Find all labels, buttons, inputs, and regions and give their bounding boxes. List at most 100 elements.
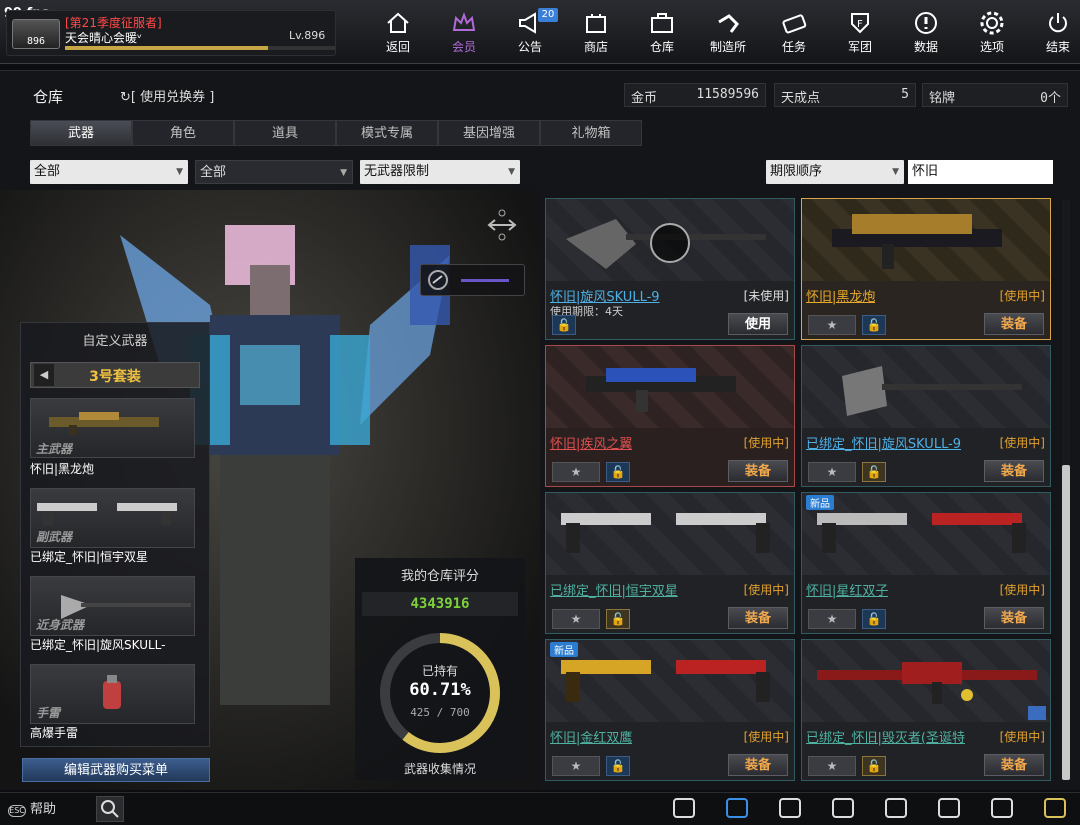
zoom-slider[interactable] bbox=[420, 264, 525, 296]
weapon-name[interactable]: 怀旧|黑龙炮 bbox=[806, 286, 875, 305]
tab-weapons[interactable]: 武器 bbox=[30, 120, 132, 146]
preset-label: 3号套装 bbox=[89, 369, 141, 385]
rotate-view-icon[interactable] bbox=[485, 208, 519, 242]
crown-icon bbox=[452, 12, 476, 31]
weapon-card[interactable]: 已绑定_怀旧|恒宇双星 [使用中] ★ 🔓 装备 bbox=[545, 492, 795, 634]
runner-icon bbox=[832, 798, 854, 818]
nav-crown[interactable]: 会员 bbox=[432, 10, 496, 58]
favorite-star-button[interactable]: ★ bbox=[808, 756, 856, 776]
weapon-name[interactable]: 怀旧|金红双鹰 bbox=[550, 727, 632, 746]
preset-prev-arrow-icon[interactable]: ◀ bbox=[34, 364, 54, 386]
weapon-card[interactable]: 怀旧|旋风SKULL-9 [未使用] 使用期限：4天 🔓 使用 bbox=[545, 198, 795, 340]
nav-gear[interactable]: 选项 bbox=[960, 10, 1024, 58]
weapon-card[interactable]: 已绑定_怀旧|毁灭者(圣诞特 [使用中] ★ 🔓 装备 bbox=[801, 639, 1051, 781]
equip-button[interactable]: 装备 bbox=[728, 754, 788, 776]
lock-toggle-button[interactable]: 🔓 bbox=[862, 315, 886, 335]
search-button[interactable] bbox=[96, 796, 124, 822]
info-icon bbox=[915, 12, 937, 34]
weapon-image bbox=[842, 366, 1022, 416]
clipboard-icon bbox=[991, 798, 1013, 818]
weapon-status: [使用中] bbox=[999, 436, 1045, 450]
lock-toggle-button[interactable]: 🔓 bbox=[862, 756, 886, 776]
use-coupon-button[interactable]: ↻[ 使用兑换券 ] bbox=[120, 86, 214, 105]
favorite-star-button[interactable]: ★ bbox=[552, 756, 600, 776]
favorite-star-button[interactable]: ★ bbox=[808, 609, 856, 629]
lock-toggle-button[interactable]: 🔓 bbox=[862, 462, 886, 482]
clipboard-button[interactable] bbox=[988, 796, 1018, 822]
wrench-icon[interactable] bbox=[1028, 706, 1046, 720]
chevron-down-icon: ▼ bbox=[892, 167, 899, 177]
cart-button[interactable] bbox=[882, 796, 912, 822]
filter-category-dropdown[interactable]: 全部 ▼ bbox=[30, 160, 188, 184]
weapon-card[interactable]: 已绑定_怀旧|旋风SKULL-9 [使用中] ★ 🔓 装备 bbox=[801, 345, 1051, 487]
owned-label: 已持有 bbox=[421, 664, 458, 678]
nav-home[interactable]: 返回 bbox=[366, 10, 430, 58]
weapon-name[interactable]: 已绑定_怀旧|旋风SKULL-9 bbox=[806, 433, 961, 452]
lock-toggle-button[interactable]: 🔓 bbox=[606, 756, 630, 776]
chevron-down-icon: ▼ bbox=[176, 167, 183, 177]
slot-category-label: 主武器 bbox=[36, 442, 73, 456]
profile-card[interactable]: 896 [第21季度征服者] 天会晴心会暖ᵛ Lv.896 bbox=[6, 10, 336, 56]
nav-factory[interactable]: 制造所 bbox=[696, 10, 760, 58]
runner-button[interactable] bbox=[829, 796, 859, 822]
film-button[interactable] bbox=[1041, 796, 1071, 822]
weapon-name[interactable]: 怀旧|疾风之翼 bbox=[550, 433, 632, 452]
search-input[interactable]: 怀旧 bbox=[908, 160, 1053, 184]
weapon-card[interactable]: 怀旧|黑龙炮 [使用中] ★ 🔓 装备 bbox=[801, 198, 1051, 340]
tab-items[interactable]: 道具 bbox=[234, 120, 336, 146]
favorite-star-button[interactable]: ★ bbox=[808, 462, 856, 482]
equip-button[interactable]: 装备 bbox=[728, 607, 788, 629]
filter-restriction-dropdown[interactable]: 无武器限制 ▼ bbox=[360, 160, 520, 184]
tab-gift-box[interactable]: 礼物箱 bbox=[540, 120, 642, 146]
nav-ticket[interactable]: 任务 bbox=[762, 10, 826, 58]
lock-toggle-button[interactable]: 🔓 bbox=[606, 609, 630, 629]
nav-warehouse[interactable]: 仓库 bbox=[630, 10, 694, 58]
favorite-star-button[interactable]: ★ bbox=[552, 609, 600, 629]
lock-toggle-button[interactable]: 🔓 bbox=[862, 609, 886, 629]
equip-button[interactable]: 装备 bbox=[728, 460, 788, 482]
compass-button[interactable] bbox=[776, 796, 806, 822]
swap-button[interactable] bbox=[723, 796, 753, 822]
nav-shop[interactable]: 商店 bbox=[564, 10, 628, 58]
nav-shield[interactable]: F 军团 bbox=[828, 10, 892, 58]
equip-button[interactable]: 装备 bbox=[984, 313, 1044, 335]
keyboard-icon: ESC bbox=[8, 805, 26, 817]
weapon-image bbox=[817, 662, 1037, 704]
help-button[interactable]: ESC 帮助 bbox=[4, 798, 90, 822]
checklist-button[interactable] bbox=[935, 796, 965, 822]
weapon-image bbox=[561, 513, 770, 553]
weapon-card-image bbox=[802, 199, 1050, 281]
equip-button[interactable]: 装备 bbox=[984, 460, 1044, 482]
calendar-button[interactable] bbox=[670, 796, 700, 822]
filter-subcategory-dropdown[interactable]: 全部 ▼ bbox=[195, 160, 353, 184]
favorite-star-button[interactable]: ★ bbox=[552, 462, 600, 482]
tab-characters[interactable]: 角色 bbox=[132, 120, 234, 146]
weapon-card[interactable]: 新品 怀旧|金红双鹰 [使用中] ★ 🔓 装备 bbox=[545, 639, 795, 781]
use-button[interactable]: 使用 bbox=[728, 313, 788, 335]
equip-button[interactable]: 装备 bbox=[984, 754, 1044, 776]
equip-button[interactable]: 装备 bbox=[984, 607, 1044, 629]
favorite-star-button[interactable]: ★ bbox=[808, 315, 856, 335]
tab-gene-boost[interactable]: 基因增强 bbox=[438, 120, 540, 146]
custom-weapon-title: 自定义武器 bbox=[82, 334, 148, 349]
nav-power[interactable]: 结束 bbox=[1026, 10, 1080, 58]
weapon-name[interactable]: 怀旧|星红双子 bbox=[806, 580, 888, 599]
weapon-status: [使用中] bbox=[743, 730, 789, 744]
weapon-card[interactable]: 怀旧|疾风之翼 [使用中] ★ 🔓 装备 bbox=[545, 345, 795, 487]
calendar-icon bbox=[673, 798, 695, 818]
tab-mode-exclusive[interactable]: 模式专属 bbox=[336, 120, 438, 146]
nav-info[interactable]: 数据 bbox=[894, 10, 958, 58]
weapon-name[interactable]: 已绑定_怀旧|恒宇双星 bbox=[550, 580, 678, 599]
weapon-card[interactable]: 新品 怀旧|星红双子 [使用中] ★ 🔓 装备 bbox=[801, 492, 1051, 634]
scrollbar-thumb[interactable] bbox=[1062, 465, 1070, 780]
sort-dropdown[interactable]: 期限顺序 ▼ bbox=[766, 160, 904, 184]
ticket-icon bbox=[782, 14, 807, 34]
weapon-name[interactable]: 已绑定_怀旧|毁灭者(圣诞特 bbox=[806, 727, 965, 746]
notice-badge: 20 bbox=[538, 8, 558, 22]
shield-icon: F bbox=[851, 13, 869, 34]
lock-toggle-button[interactable]: 🔓 bbox=[606, 462, 630, 482]
unlock-button[interactable]: 🔓 bbox=[552, 315, 576, 335]
weapon-card-image bbox=[546, 640, 794, 722]
edit-weapon-buy-menu-button[interactable]: 编辑武器购买菜单 bbox=[22, 758, 210, 782]
slot-weapon-name: 怀旧|黑龙炮 bbox=[30, 462, 95, 476]
